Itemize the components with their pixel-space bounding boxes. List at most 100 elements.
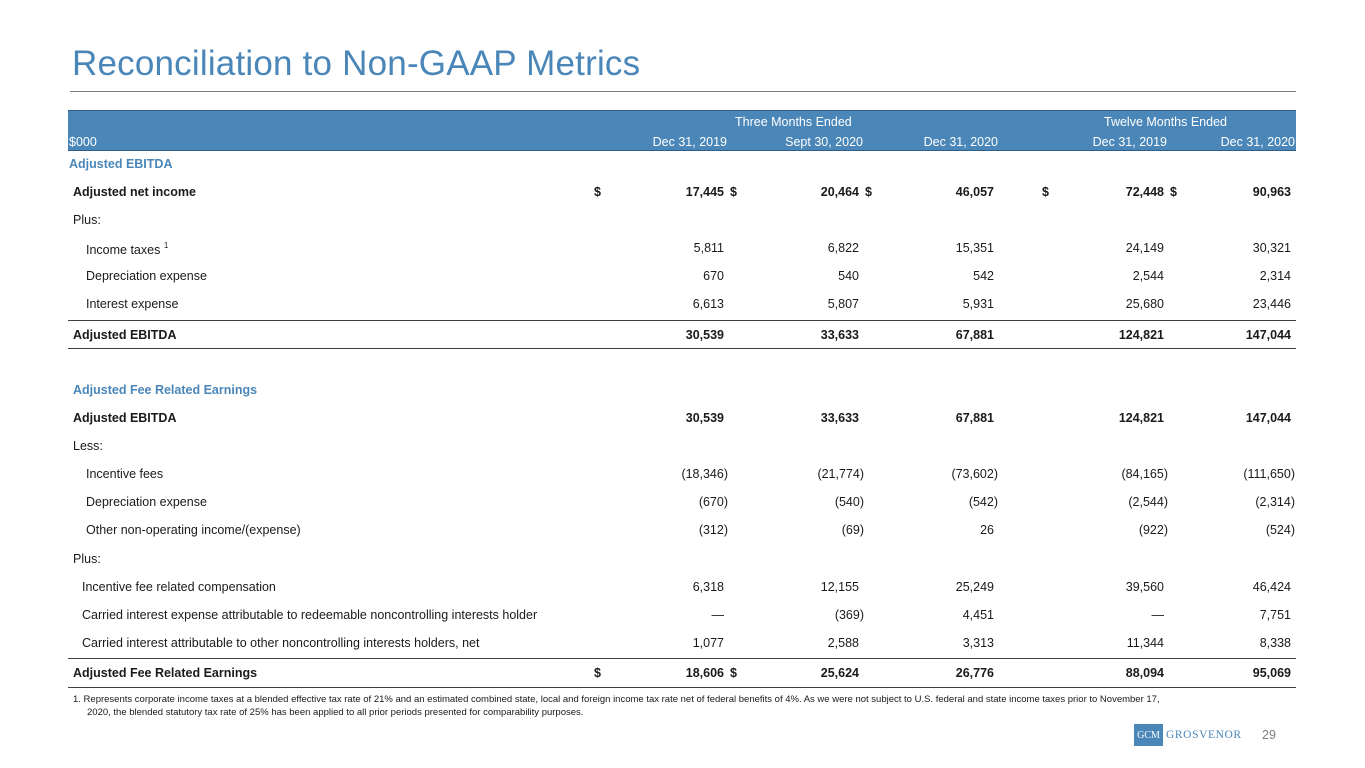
cell: 12,155: [820, 580, 859, 594]
col-header-fy-2020: Dec 31, 2020: [1220, 135, 1295, 149]
cell: —: [1151, 608, 1165, 622]
cell: 6,822: [827, 241, 859, 255]
page-number: 29: [1262, 728, 1276, 742]
table-row: Adjusted EBITDA 30,539 33,633 67,881 124…: [68, 404, 1296, 432]
cell: (369): [834, 608, 864, 622]
col-header-fy-2019: Dec 31, 2019: [1092, 135, 1167, 149]
cell: (312): [698, 523, 728, 537]
cell: 18,606: [685, 666, 724, 680]
cell: 30,321: [1252, 241, 1291, 255]
cell: 25,624: [820, 666, 859, 680]
table-row: Carried interest attributable to other n…: [68, 629, 1296, 657]
cell: 6,613: [692, 297, 724, 311]
cell: 39,560: [1125, 580, 1164, 594]
table-header: Three Months Ended Twelve Months Ended $…: [68, 110, 1296, 151]
cell: 124,821: [1118, 328, 1164, 342]
cell: 72,448: [1125, 185, 1164, 199]
cell: (2,314): [1255, 495, 1295, 509]
currency-symbol: $: [1170, 185, 1177, 199]
cell: (84,165): [1121, 467, 1168, 481]
row-label: Adjusted net income: [73, 185, 196, 199]
currency-symbol: $: [594, 666, 601, 680]
cell: 30,539: [685, 411, 724, 425]
row-label: Incentive fee related compensation: [82, 580, 276, 594]
row-label: Less:: [73, 439, 103, 453]
cell: 6,318: [692, 580, 724, 594]
cell: 2,588: [827, 636, 859, 650]
cell: 20,464: [820, 185, 859, 199]
cell: 2,544: [1132, 269, 1164, 283]
cell: —: [711, 608, 725, 622]
cell: 5,931: [962, 297, 994, 311]
cell: (2,544): [1128, 495, 1168, 509]
cell: 26,776: [955, 666, 994, 680]
cell: (542): [968, 495, 998, 509]
cell: 5,807: [827, 297, 859, 311]
section-heading-row: Adjusted EBITDA: [68, 150, 1296, 178]
cell: 2,314: [1259, 269, 1291, 283]
unit-label: $000: [69, 135, 97, 149]
cell: 542: [973, 269, 994, 283]
logo-wordmark: GROSVENOR: [1166, 729, 1242, 741]
row-label: Carried interest attributable to other n…: [82, 636, 480, 650]
cell: 1,077: [692, 636, 724, 650]
cell: 147,044: [1245, 411, 1291, 425]
table-row: Incentive fees (18,346) (21,774) (73,602…: [68, 460, 1296, 488]
cell: 30,539: [685, 328, 724, 342]
footnote-ref: 1: [163, 241, 169, 250]
table-row: Plus:: [68, 545, 1296, 573]
cell: 147,044: [1245, 328, 1291, 342]
cell: 26: [980, 523, 994, 537]
cell: 124,821: [1118, 411, 1164, 425]
col-header-q3-2020: Sept 30, 2020: [785, 135, 863, 149]
col-header-q4-2019: Dec 31, 2019: [652, 135, 727, 149]
cell: 90,963: [1252, 185, 1291, 199]
row-label: Adjusted EBITDA: [73, 411, 177, 425]
cell: 46,057: [955, 185, 994, 199]
cell: 33,633: [820, 411, 859, 425]
cell: (73,602): [951, 467, 998, 481]
row-label: Adjusted Fee Related Earnings: [73, 666, 258, 680]
table-row: Income taxes 1 5,811 6,822 15,351 24,149…: [68, 234, 1296, 262]
row-label: Plus:: [73, 213, 101, 227]
table-row: Interest expense 6,613 5,807 5,931 25,68…: [68, 290, 1296, 318]
group-header-three-months: Three Months Ended: [735, 115, 852, 129]
row-label: Depreciation expense: [86, 495, 207, 509]
cell: 23,446: [1252, 297, 1291, 311]
table-row: Carried interest expense attributable to…: [68, 601, 1296, 629]
total-row: Adjusted Fee Related Earnings $ 18,606 $…: [68, 658, 1296, 688]
cell: 17,445: [685, 185, 724, 199]
page-title: Reconciliation to Non-GAAP Metrics: [72, 44, 641, 83]
cell: 46,424: [1252, 580, 1291, 594]
total-row: Adjusted EBITDA 30,539 33,633 67,881 124…: [68, 320, 1296, 349]
cell: 8,338: [1259, 636, 1291, 650]
table-row: Incentive fee related compensation 6,318…: [68, 573, 1296, 601]
row-label: Adjusted EBITDA: [73, 328, 177, 342]
cell: 5,811: [693, 241, 724, 255]
logo-mark: GCM: [1134, 724, 1163, 746]
col-header-q4-2020: Dec 31, 2020: [923, 135, 998, 149]
group-header-twelve-months: Twelve Months Ended: [1104, 115, 1227, 129]
footnote: 1. Represents corporate income taxes at …: [73, 693, 1293, 719]
cell: 67,881: [955, 328, 994, 342]
title-divider: [70, 91, 1296, 92]
row-label: Income taxes 1: [86, 241, 169, 257]
cell: (111,650): [1243, 467, 1295, 481]
currency-symbol: $: [730, 666, 737, 680]
cell: 33,633: [820, 328, 859, 342]
row-label: Incentive fees: [86, 467, 164, 481]
row-label: Interest expense: [86, 297, 179, 311]
cell: 25,249: [955, 580, 994, 594]
row-label: Carried interest expense attributable to…: [82, 608, 538, 622]
cell: 95,069: [1252, 666, 1291, 680]
footnote-line: 2020, the blended statutory tax rate of …: [87, 707, 584, 718]
cell: 15,351: [955, 241, 994, 255]
section-heading: Adjusted EBITDA: [69, 157, 173, 171]
row-label: Other non-operating income/(expense): [86, 523, 301, 537]
cell: 4,451: [962, 608, 994, 622]
cell: (18,346): [681, 467, 728, 481]
section-heading-row: Adjusted Fee Related Earnings: [68, 376, 1296, 404]
table-row: Adjusted net income $ 17,445 $ 20,464 $ …: [68, 178, 1296, 206]
currency-symbol: $: [594, 185, 601, 199]
row-label: Plus:: [73, 552, 101, 566]
